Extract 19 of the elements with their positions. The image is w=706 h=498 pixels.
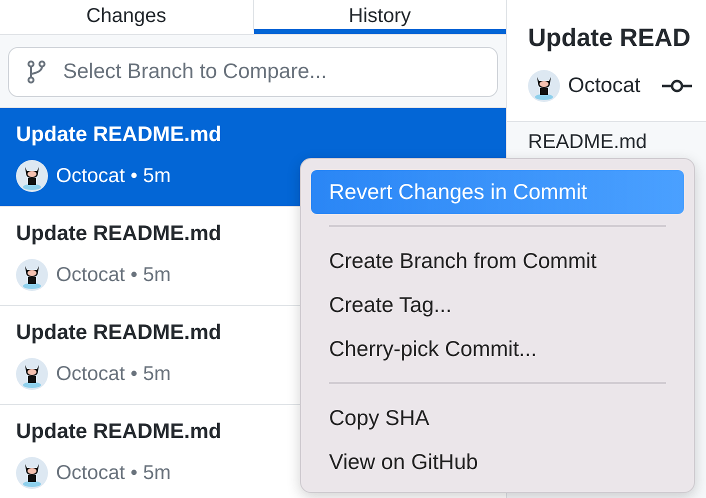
avatar-icon <box>16 457 48 489</box>
commit-author-time: Octocat • 5m <box>56 164 171 188</box>
commit-author: Octocat <box>568 74 640 98</box>
commit-title: Update README.md <box>16 221 222 247</box>
avatar-icon <box>16 358 48 390</box>
commit-author-time: Octocat • 5m <box>56 462 171 484</box>
branch-select-field[interactable]: Select Branch to Compare... <box>8 47 498 97</box>
commit-icon <box>662 78 692 94</box>
avatar-icon <box>16 259 48 291</box>
commit-title: Update README.md <box>16 320 222 346</box>
menu-item[interactable]: View on GitHub <box>311 440 684 484</box>
commit-title: Update README.md <box>16 419 222 445</box>
avatar-icon <box>528 70 560 102</box>
commit-author-time: Octocat • 5m <box>56 362 171 386</box>
commit-author-time: Octocat • 5m <box>56 264 171 286</box>
commit-title: Update READ <box>528 23 692 54</box>
avatar-icon <box>16 160 48 192</box>
file-name[interactable]: README.md <box>507 122 647 154</box>
commit-title: Update README.md <box>16 122 222 148</box>
